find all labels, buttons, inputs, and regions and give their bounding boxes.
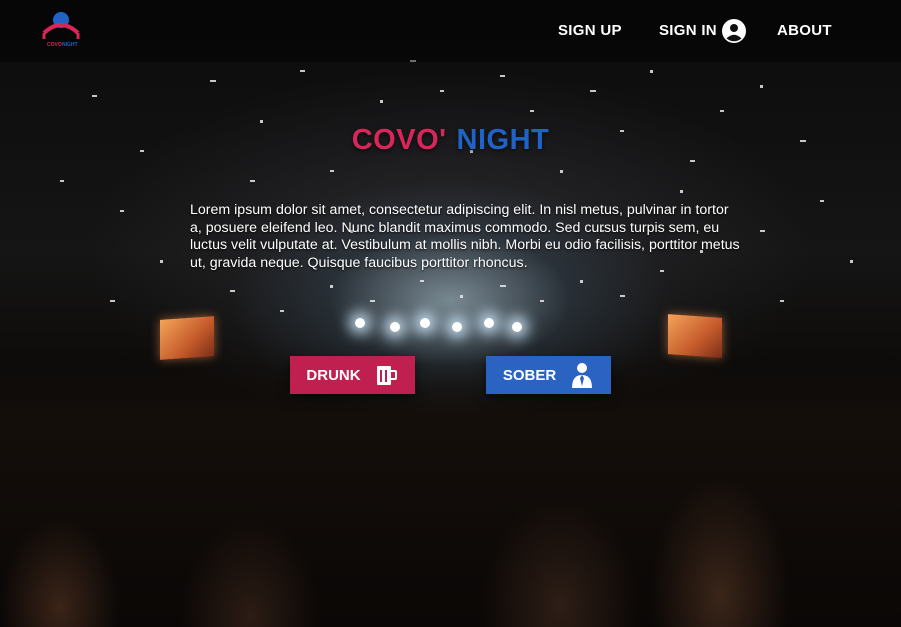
top-navigation: COVO NIGHT SIGN UP SIGN IN ABOUT — [0, 0, 901, 62]
stage-light — [420, 318, 430, 328]
stage-light — [484, 318, 494, 328]
stage-screen-right — [668, 314, 722, 358]
stage-light — [452, 322, 462, 332]
stage-screen-left — [160, 316, 214, 360]
sober-button[interactable]: SOBER — [486, 356, 611, 394]
logo-text-left: COVO — [47, 42, 62, 48]
intro-paragraph: Lorem ipsum dolor sit amet, consectetur … — [190, 202, 740, 271]
covo-night-logo[interactable]: COVO NIGHT — [40, 9, 82, 51]
logo-text-right: NIGHT — [62, 42, 78, 48]
stage-light — [512, 322, 522, 332]
user-circle-icon[interactable] — [722, 19, 746, 43]
stage-light — [355, 318, 365, 328]
hero-title-word2: NIGHT — [456, 124, 550, 156]
drunk-button[interactable]: DRUNK — [290, 356, 415, 394]
hero-title-word1: COVO' — [351, 124, 447, 156]
sober-button-label: SOBER — [502, 366, 557, 384]
beer-mug-icon — [376, 366, 397, 385]
sign-in-link[interactable]: SIGN IN — [659, 22, 717, 39]
crowd — [0, 357, 901, 627]
person-tie-icon — [572, 363, 593, 388]
hero-title: COVO' NIGHT — [0, 124, 901, 157]
about-link[interactable]: ABOUT — [777, 22, 832, 39]
stage-light — [390, 322, 400, 332]
sign-up-link[interactable]: SIGN UP — [558, 22, 622, 39]
drunk-button-label: DRUNK — [306, 366, 361, 384]
